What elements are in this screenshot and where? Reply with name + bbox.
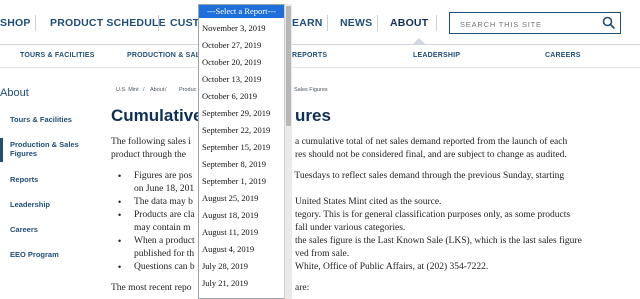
breadcrumb-separator: /	[165, 87, 167, 93]
nav-learn[interactable]: EARN	[292, 17, 323, 29]
bullet-text: ) Tuesdays to reflect sales demand throu…	[289, 171, 565, 181]
bullet-text: United States Mint cited as the source.	[295, 197, 442, 207]
bullet-text: White, Office of Public Affairs, at (202…	[295, 262, 489, 272]
page-title-continued: ures	[295, 106, 331, 125]
search-box[interactable]	[449, 12, 621, 34]
bullet-text: the sales figure is the Last Known Sale …	[295, 236, 582, 246]
breadcrumb-production[interactable]: Produc	[179, 87, 196, 93]
subnav-production-sales[interactable]: PRODUCTION & SALE	[127, 52, 205, 59]
dropdown-option[interactable]: September 22, 2019	[202, 125, 270, 135]
subnav-reports[interactable]: REPORTS	[292, 52, 327, 59]
bullet-text: Products are cla	[134, 210, 195, 220]
scrollbar-thumb[interactable]	[286, 6, 291, 126]
breadcrumb-about[interactable]: About	[150, 87, 164, 93]
dropdown-option[interactable]: October 27, 2019	[202, 40, 261, 50]
dropdown-option[interactable]: September 1, 2019	[202, 176, 266, 186]
bullet-marker: •	[118, 236, 122, 246]
bullet-text: fall under various categories.	[295, 223, 406, 233]
bullet-text: ved from sale.	[295, 249, 350, 259]
top-navigation: SHOP PRODUCT SCHEDULE CUSTO EARN NEWS AB…	[0, 0, 640, 45]
search-input[interactable]	[458, 16, 602, 32]
sidebar-item-label: Careers	[10, 225, 38, 234]
intro-text: a cumulative total of net sales demand r…	[295, 137, 568, 147]
bullet-text: may contain m	[134, 223, 191, 233]
nav-divider	[377, 15, 378, 31]
bullet-text: The data may b	[134, 197, 193, 207]
nav-divider	[35, 15, 36, 31]
bullet-marker: •	[118, 171, 122, 181]
dropdown-option[interactable]: October 20, 2019	[202, 57, 261, 67]
dropdown-option[interactable]: August 4, 2019	[202, 244, 254, 254]
recent-reports-text: are:	[295, 283, 310, 293]
page-title: Cumulative	[111, 106, 203, 125]
dropdown-scrollbar[interactable]	[284, 4, 292, 299]
breadcrumb-separator: /	[143, 87, 145, 93]
dropdown-option[interactable]: August 25, 2019	[202, 193, 258, 203]
bullet-text: published for th	[134, 249, 195, 259]
nav-divider	[158, 15, 159, 31]
dropdown-option[interactable]: September 8, 2019	[202, 159, 266, 169]
dropdown-option[interactable]: November 3, 2019	[202, 23, 266, 33]
bullet-marker: •	[118, 262, 122, 272]
active-indicator	[0, 138, 3, 162]
nav-shop[interactable]: SHOP	[0, 17, 31, 29]
bullet-text: on June 18, 201	[134, 184, 195, 194]
active-nav-indicator	[413, 38, 425, 44]
dropdown-option[interactable]: July 28, 2019	[202, 261, 248, 271]
nav-about[interactable]: ABOUT	[390, 17, 428, 29]
sidebar-item-label: Tours & Facilities	[10, 115, 72, 124]
dropdown-option[interactable]: August 18, 2019	[202, 210, 258, 220]
nav-product-schedule[interactable]: PRODUCT SCHEDULE	[50, 17, 166, 29]
sidebar-item-label: Leadership	[10, 200, 51, 209]
bullet-text: Questions can b	[134, 262, 195, 272]
dropdown-option[interactable]: September 29, 2019	[202, 108, 270, 118]
bullet-text: When a product	[134, 236, 195, 246]
intro-text: The following sales i	[111, 137, 191, 147]
sidebar-item-label: Production & Sales Figures	[10, 140, 79, 158]
dropdown-option[interactable]: September 15, 2019	[202, 142, 270, 152]
nav-divider	[327, 15, 328, 31]
sidebar-title: About	[0, 87, 29, 99]
sidebar-item-label: EEO Program	[10, 250, 59, 259]
breadcrumb-current: Sales Figures	[294, 87, 328, 93]
bullet-text: Figures are pos	[134, 171, 193, 181]
dropdown-option[interactable]: August 11, 2019	[202, 227, 258, 237]
subnav-careers[interactable]: CAREERS	[545, 52, 581, 59]
subnav-leadership[interactable]: LEADERSHIP	[413, 52, 460, 59]
bullet-marker: •	[118, 210, 122, 220]
bullet-text: tegory. This is for general classificati…	[295, 210, 571, 220]
sub-navigation: TOURS & FACILITIES PRODUCTION & SALE REP…	[0, 45, 640, 68]
nav-divider	[436, 15, 437, 31]
sidebar-item-label: Reports	[10, 175, 39, 184]
dropdown-option[interactable]: October 13, 2019	[202, 74, 261, 84]
breadcrumb-us-mint[interactable]: U.S. Mint	[116, 87, 139, 93]
nav-news[interactable]: NEWS	[340, 17, 372, 29]
dropdown-option-selected[interactable]: ---Select a Report---	[199, 5, 284, 18]
intro-text: product through the	[111, 150, 186, 160]
dropdown-option[interactable]: October 6, 2019	[202, 91, 257, 101]
subnav-tours-facilities[interactable]: TOURS & FACILITIES	[20, 52, 95, 59]
intro-text: res should not be considered final, and …	[295, 150, 567, 160]
search-icon[interactable]	[602, 16, 616, 30]
report-select-dropdown[interactable]: ---Select a Report--- November 3, 2019 O…	[198, 4, 284, 299]
recent-reports-text: The most recent repo	[111, 283, 192, 293]
dropdown-option[interactable]: July 21, 2019	[202, 278, 248, 288]
bullet-marker: •	[118, 197, 122, 207]
